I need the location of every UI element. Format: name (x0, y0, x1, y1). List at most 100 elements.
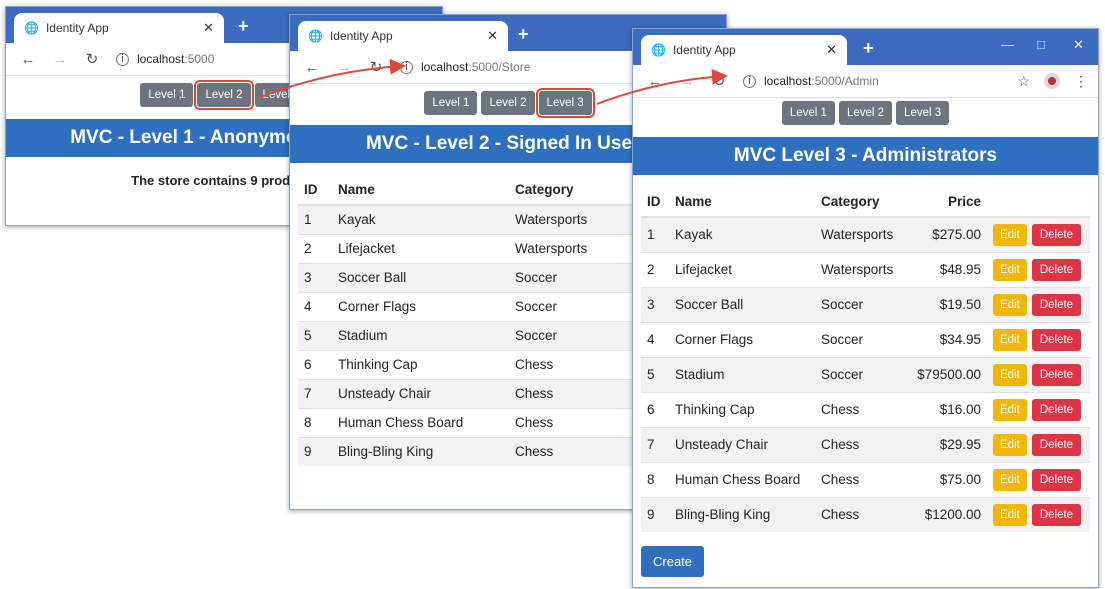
cell-name: Unsteady Chair (669, 426, 815, 462)
table-row: 8 Human Chess Board Chess $75.00 Edit Delete (641, 461, 1090, 497)
cell-category: Chess (815, 461, 905, 497)
close-window-icon[interactable]: ✕ (1073, 37, 1084, 53)
delete-button[interactable]: Delete (1031, 468, 1082, 491)
new-tab-button[interactable]: + (238, 16, 249, 37)
cell-name: Thinking Cap (332, 349, 509, 379)
cell-id: 7 (298, 378, 332, 408)
cell-id: 9 (641, 496, 669, 532)
close-icon[interactable]: ✕ (487, 28, 498, 44)
cell-price: $275.00 (905, 216, 987, 252)
new-tab-button[interactable]: + (518, 24, 529, 45)
edit-button[interactable]: Edit (993, 293, 1027, 316)
cell-id: 3 (298, 262, 332, 292)
cell-category: Chess (815, 496, 905, 532)
cell-name: Corner Flags (332, 291, 509, 321)
cell-actions: Edit Delete (987, 496, 1090, 532)
browser-tab[interactable]: 🌐 Identity App ✕ (14, 13, 224, 43)
info-icon[interactable]: i (400, 60, 413, 74)
cell-name: Stadium (332, 320, 509, 350)
browser-tab[interactable]: 🌐 Identity App ✕ (641, 35, 847, 65)
close-icon[interactable]: ✕ (203, 20, 214, 36)
product-table: ID Name Category Price 1 Kayak Watersports… (641, 187, 1090, 532)
back-icon[interactable]: ← (645, 73, 665, 90)
globe-icon: 🌐 (24, 21, 39, 35)
table-row: 1 Kayak Watersports $275.00 Edit Delete (641, 216, 1090, 252)
reload-icon[interactable]: ↻ (709, 72, 729, 90)
tab-title: Identity App (329, 29, 393, 43)
cell-id: 1 (641, 216, 669, 252)
level-1-button[interactable]: Level 1 (781, 101, 835, 125)
cell-price: $19.50 (905, 286, 987, 322)
edit-button[interactable]: Edit (993, 433, 1027, 456)
forward-icon[interactable]: → (677, 73, 697, 90)
cell-price: $34.95 (905, 321, 987, 357)
level-3-button[interactable]: Level 3 (535, 88, 595, 118)
cell-id: 8 (641, 461, 669, 497)
column-header-actions (987, 187, 1090, 218)
edit-button[interactable]: Edit (993, 503, 1027, 526)
star-icon[interactable]: ☆ (1017, 73, 1030, 90)
reload-icon[interactable]: ↻ (366, 58, 386, 76)
cell-price: $75.00 (905, 461, 987, 497)
level-2-button[interactable]: Level 2 (481, 91, 535, 115)
cell-category: Chess (815, 391, 905, 427)
cell-name: Kayak (332, 204, 509, 234)
minimize-icon[interactable]: — (1001, 37, 1014, 52)
delete-button[interactable]: Delete (1031, 433, 1082, 456)
cell-category: Chess (815, 426, 905, 462)
menu-icon[interactable]: ⋮ (1074, 73, 1088, 90)
close-icon[interactable]: ✕ (826, 42, 837, 58)
url-field[interactable]: localhost:5000/Store (421, 60, 530, 74)
forward-icon[interactable]: → (50, 51, 70, 68)
forward-icon[interactable]: → (334, 59, 354, 76)
column-header: Name (332, 175, 509, 206)
delete-button[interactable]: Delete (1031, 363, 1082, 386)
create-button[interactable]: Create (641, 546, 705, 577)
cell-name: Lifejacket (332, 233, 509, 263)
delete-button[interactable]: Delete (1031, 258, 1082, 281)
cell-actions: Edit Delete (987, 461, 1090, 497)
table-row: 5 Stadium Soccer $79500.00 Edit Delete (641, 356, 1090, 392)
cell-category: Soccer (815, 356, 905, 392)
edit-button[interactable]: Edit (993, 398, 1027, 421)
cell-price: $79500.00 (905, 356, 987, 392)
delete-button[interactable]: Delete (1031, 293, 1082, 316)
level-3-button[interactable]: Level 3 (896, 101, 950, 125)
cell-actions: Edit Delete (987, 216, 1090, 252)
edit-button[interactable]: Edit (993, 468, 1027, 491)
level-2-button[interactable]: Level 2 (838, 101, 893, 125)
level-1-button[interactable]: Level 1 (140, 83, 194, 107)
cell-id: 2 (298, 233, 332, 263)
browser-tab[interactable]: 🌐 Identity App ✕ (298, 21, 508, 51)
cell-id: 7 (641, 426, 669, 462)
cell-id: 1 (298, 204, 332, 234)
info-icon[interactable]: i (116, 52, 129, 66)
cell-name: Corner Flags (669, 321, 815, 357)
cell-price: $1200.00 (905, 496, 987, 532)
back-icon[interactable]: ← (302, 59, 322, 76)
new-tab-button[interactable]: + (863, 38, 874, 59)
delete-button[interactable]: Delete (1031, 398, 1082, 421)
profile-icon[interactable] (1044, 73, 1060, 89)
edit-button[interactable]: Edit (993, 223, 1027, 246)
delete-button[interactable]: Delete (1031, 328, 1082, 351)
cell-name: Kayak (669, 216, 815, 252)
info-icon[interactable]: i (743, 74, 756, 88)
delete-button[interactable]: Delete (1031, 223, 1082, 246)
cell-actions: Edit Delete (987, 286, 1090, 322)
back-icon[interactable]: ← (18, 51, 38, 68)
delete-button[interactable]: Delete (1031, 503, 1082, 526)
cell-category: Watersports (815, 216, 905, 252)
globe-icon: 🌐 (651, 43, 666, 57)
edit-button[interactable]: Edit (993, 258, 1027, 281)
url-field[interactable]: localhost:5000 (137, 52, 214, 66)
maximize-icon[interactable]: □ (1037, 37, 1045, 52)
reload-icon[interactable]: ↻ (82, 50, 102, 68)
edit-button[interactable]: Edit (993, 328, 1027, 351)
level-nav: Level 1 Level 2 Level 3 (633, 101, 1098, 125)
url-field[interactable]: localhost:5000/Admin (764, 74, 1017, 88)
globe-icon: 🌐 (308, 29, 323, 43)
level-2-button[interactable]: Level 2 (194, 80, 254, 110)
level-1-button[interactable]: Level 1 (424, 91, 478, 115)
edit-button[interactable]: Edit (993, 363, 1027, 386)
